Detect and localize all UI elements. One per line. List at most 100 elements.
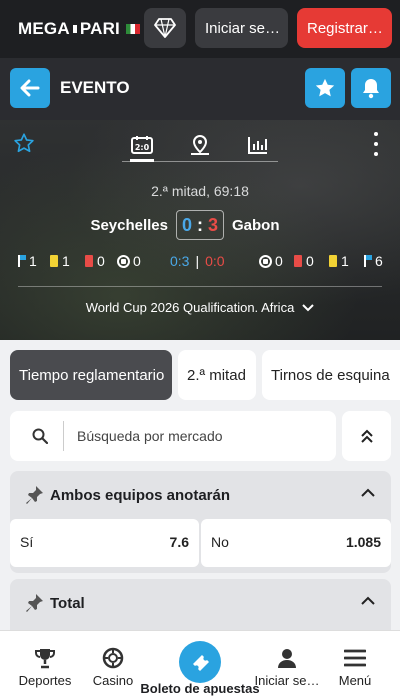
tab-second-half[interactable]: 2.ª mitad (178, 350, 256, 400)
market-title: Total (50, 595, 85, 612)
arrow-left-icon (20, 79, 40, 97)
divider (18, 286, 382, 287)
halftime-divider: | (195, 253, 200, 269)
vip-diamond-button[interactable] (144, 8, 186, 48)
outcome-label: No (211, 534, 229, 550)
red-card-icon (294, 255, 302, 267)
ticket-icon (193, 655, 209, 671)
top-bar: MEGA PARI Iniciar se… Registrar… (0, 0, 400, 58)
nav-login-label: Iniciar se… (254, 673, 320, 688)
score-separator: : (197, 214, 203, 235)
star-icon (315, 78, 335, 97)
market-header[interactable]: Total (10, 579, 391, 627)
away-corners-stat: 6 (364, 253, 383, 269)
halftime-scores: 0:3 | 0:0 (170, 253, 225, 269)
tab-stats[interactable] (238, 132, 278, 158)
mexico-flag-icon (125, 24, 140, 34)
logo-text-left: MEGA (18, 19, 70, 38)
diamond-icon (154, 18, 176, 38)
soccer-ball-icon (117, 254, 130, 268)
yellow-card-icon (329, 255, 337, 267)
away-yellow-value: 1 (341, 253, 349, 269)
outcome-odds: 1.085 (345, 534, 381, 550)
away-team-name: Gabon (232, 217, 280, 234)
pin-icon[interactable] (24, 485, 44, 505)
event-header: EVENTO (0, 58, 400, 120)
favorite-event-toggle[interactable] (13, 132, 35, 159)
tournament-selector[interactable]: World Cup 2026 Qualification. Africa (0, 300, 400, 315)
page-title: EVENTO (60, 78, 130, 97)
scoreboard: 2:0 2.ª mitad, 69:18 Seychelles 0 : 3 Ga… (0, 120, 400, 340)
outcome-label: Sí (20, 534, 34, 550)
betslip-button[interactable] (179, 641, 221, 683)
tournament-name: World Cup 2026 Qualification. Africa (85, 300, 295, 315)
away-score: 3 (208, 214, 219, 235)
search-input[interactable]: Búsqueda por mercado (77, 428, 223, 444)
market-title: Ambos equipos anotarán (50, 487, 231, 504)
away-yellow-stat: 1 (329, 253, 349, 269)
chevron-up-icon[interactable] (361, 596, 375, 606)
away-goals-stat: 0 (259, 253, 283, 269)
outcome-odds: 7.6 (169, 534, 189, 550)
register-button[interactable]: Registrar… (297, 8, 392, 48)
trophy-icon (35, 649, 55, 669)
bell-icon (363, 79, 379, 99)
tab-field[interactable] (180, 132, 220, 158)
notifications-button[interactable] (351, 68, 391, 108)
corner-flag-icon (364, 255, 372, 267)
away-red-value: 0 (306, 253, 314, 269)
back-button[interactable] (10, 68, 50, 108)
nav-menu[interactable]: Menú (330, 631, 380, 700)
scoreboard-tabs: 2:0 (122, 130, 278, 162)
svg-text:2:0: 2:0 (135, 143, 150, 152)
away-corners-value: 6 (375, 253, 383, 269)
corner-flag-icon (18, 255, 26, 267)
away-red-stat: 0 (294, 253, 314, 269)
market-search[interactable]: Búsqueda por mercado (10, 411, 336, 461)
red-card-icon (85, 255, 93, 267)
match-period: 2.ª mitad, 69:18 (151, 183, 249, 199)
logo-text-right: PARI (79, 19, 120, 38)
soccer-ball-icon (259, 254, 272, 268)
home-goals-value: 0 (133, 253, 141, 269)
login-button[interactable]: Iniciar se… (195, 8, 288, 48)
odds-button[interactable]: Sí 7.6 (10, 519, 199, 567)
home-score: 0 (181, 214, 192, 235)
field-location-icon (191, 134, 209, 155)
market-header[interactable]: Ambos equipos anotarán (10, 471, 391, 519)
user-icon (278, 649, 296, 668)
odds-button[interactable]: No 1.085 (201, 519, 391, 567)
favorite-button[interactable] (305, 68, 345, 108)
tab-regular-time[interactable]: Tiempo reglamentario (10, 350, 172, 400)
chevron-down-icon (302, 303, 315, 311)
megapari-logo[interactable]: MEGA PARI (18, 19, 140, 39)
away-goals-value: 0 (275, 253, 283, 269)
nav-menu-label: Menú (338, 673, 372, 688)
home-team-name: Seychelles (90, 217, 168, 234)
first-half-score: 0:3 (170, 253, 190, 269)
pin-icon[interactable] (24, 593, 44, 613)
search-icon (32, 428, 48, 444)
second-half-score: 0:0 (205, 253, 225, 269)
double-chevron-up-icon (360, 429, 373, 443)
tab-corners[interactable]: Tirnos de esquina (262, 350, 400, 400)
logo-separator (72, 25, 77, 33)
nav-sports[interactable]: Deportes (14, 631, 76, 700)
yellow-card-icon (50, 255, 58, 267)
nav-login[interactable]: Iniciar se… (254, 631, 320, 700)
bottom-navigation: Deportes Casino Boleto de apuestas Inici… (0, 630, 400, 700)
home-yellow-value: 1 (62, 253, 70, 269)
home-goals-stat: 0 (117, 253, 141, 269)
hamburger-menu-icon (344, 649, 366, 667)
tab-scoreboard[interactable]: 2:0 (122, 132, 162, 162)
more-options-icon[interactable] (370, 132, 382, 156)
collapse-all-button[interactable] (342, 411, 391, 461)
match-stats: 1 1 0 0 0:3 | 0:0 0 0 1 6 (0, 251, 400, 273)
star-outline-icon (14, 133, 34, 153)
home-corners-value: 1 (29, 253, 37, 269)
home-red-value: 0 (97, 253, 105, 269)
stats-bar-icon (248, 137, 267, 154)
score-box: 0 : 3 (176, 210, 224, 240)
betslip-label[interactable]: Boleto de apuestas (130, 681, 270, 696)
chevron-up-icon[interactable] (361, 488, 375, 498)
